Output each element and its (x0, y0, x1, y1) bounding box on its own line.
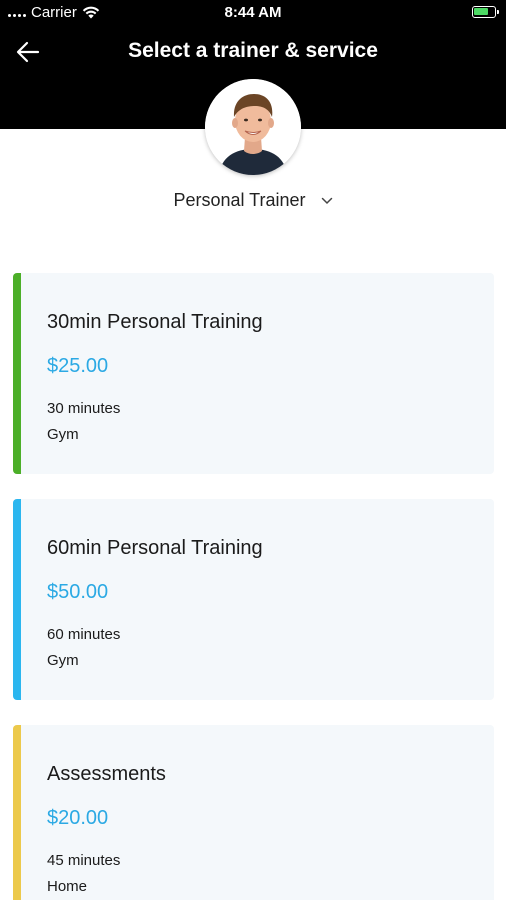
card-accent-bar (13, 273, 21, 474)
service-location: Home (47, 878, 88, 895)
avatar[interactable] (205, 79, 301, 175)
trainer-select-label: Personal Trainer (173, 190, 306, 210)
battery-icon (472, 6, 499, 18)
screen: Carrier 8:44 AM Select a trainer & servi… (0, 0, 506, 900)
trainer-dropdown[interactable]: Personal Trainer (0, 190, 506, 211)
battery-level (474, 8, 489, 15)
page-title: Select a trainer & service (128, 39, 378, 62)
service-name: 30min Personal Training (47, 311, 263, 333)
service-duration: 45 minutes (47, 852, 121, 869)
service-name: Assessments (47, 763, 166, 785)
service-duration: 60 minutes (47, 626, 121, 643)
chevron-down-icon (321, 198, 332, 205)
service-location: Gym (47, 652, 79, 669)
service-duration: 30 minutes (47, 400, 121, 417)
service-name: 60min Personal Training (47, 537, 263, 559)
service-price: $50.00 (47, 581, 109, 603)
service-card-60min[interactable]: 60min Personal Training $50.00 60 minute… (13, 499, 494, 700)
service-location: Gym (47, 426, 79, 443)
trainer-photo (205, 79, 301, 175)
card-accent-bar (13, 499, 21, 700)
card-accent-bar (13, 725, 21, 900)
status-time: 8:44 AM (224, 4, 282, 21)
service-price: $20.00 (47, 807, 109, 829)
service-card-30min[interactable]: 30min Personal Training $25.00 30 minute… (13, 273, 494, 474)
service-price: $25.00 (47, 355, 109, 377)
service-card-assessments[interactable]: Assessments $20.00 45 minutes Home (13, 725, 494, 900)
status-bar: Carrier 8:44 AM (0, 0, 506, 26)
